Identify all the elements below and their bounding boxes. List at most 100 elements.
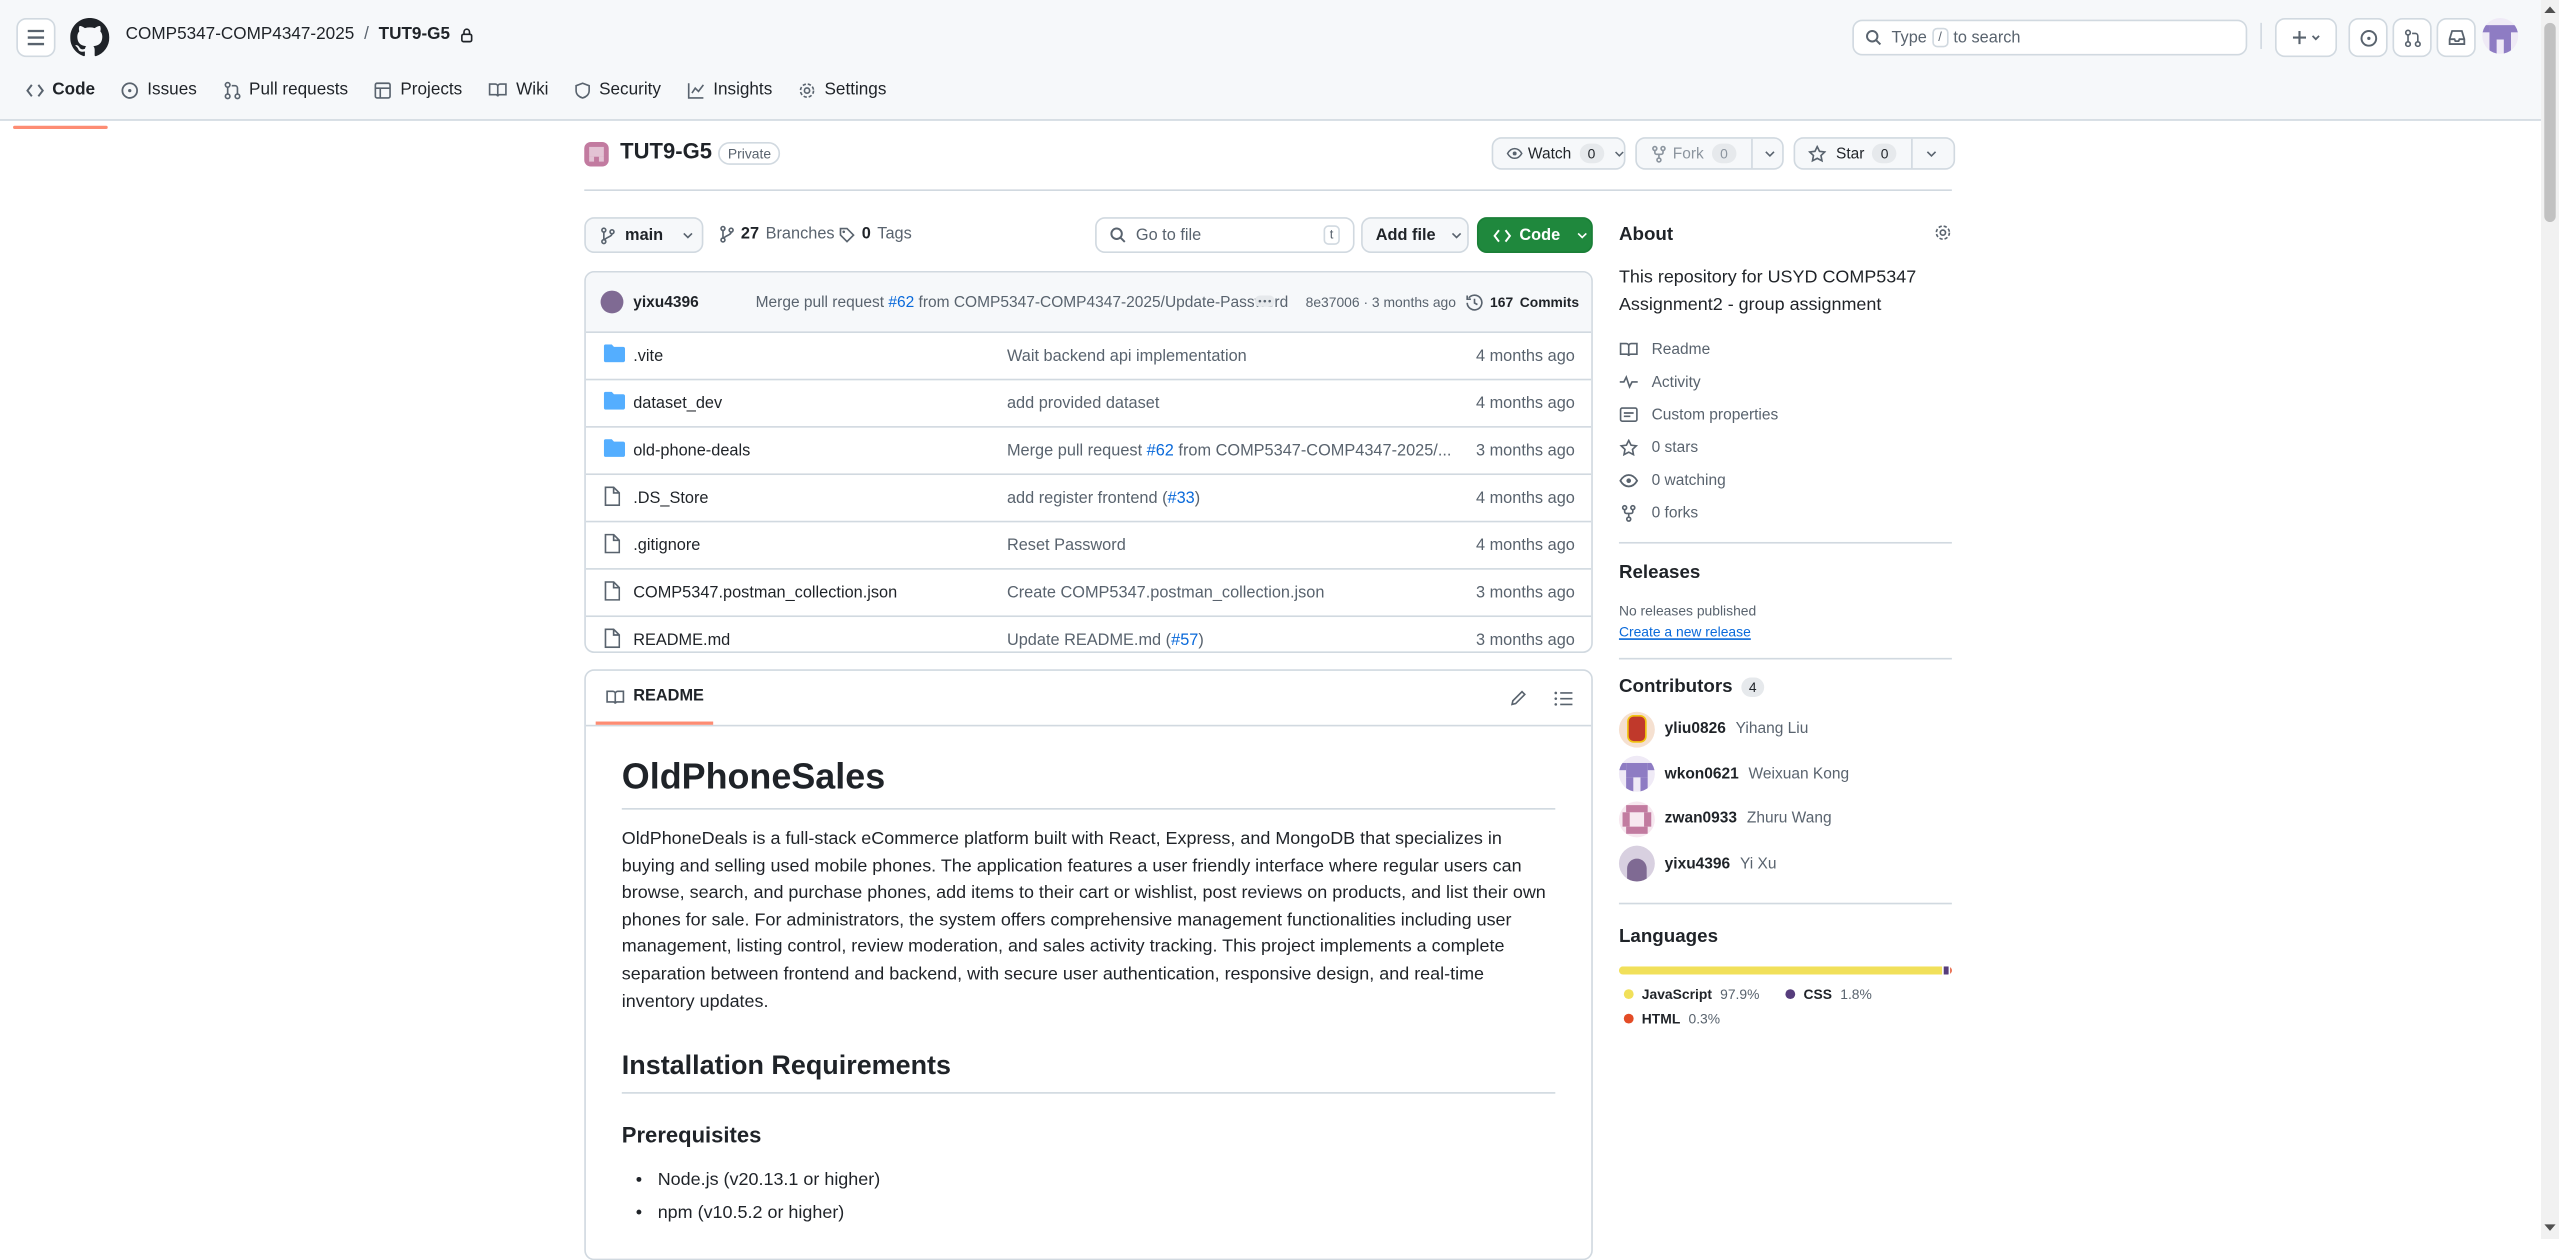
- file-name[interactable]: COMP5347.postman_collection.json: [633, 584, 897, 602]
- watch-button[interactable]: Watch 0: [1491, 137, 1626, 170]
- file-row[interactable]: .vite Wait backend api implementation 4 …: [585, 333, 1592, 381]
- tab-projects[interactable]: Projects: [361, 73, 475, 115]
- file-row[interactable]: README.md Update README.md (#57) 3 month…: [586, 617, 1591, 651]
- file-name[interactable]: dataset_dev: [633, 394, 722, 412]
- user-avatar[interactable]: [2482, 17, 2519, 54]
- star-button[interactable]: Star 0: [1793, 137, 1956, 170]
- issues-button[interactable]: [2348, 17, 2388, 58]
- issue-opened-icon: [2359, 29, 2377, 46]
- about-link-label: Readme: [1651, 340, 1711, 359]
- file-commit-tail: from COMP5347-COMP4347-2025/...: [1173, 441, 1452, 460]
- commits-link[interactable]: 167 Commits: [1466, 293, 1579, 311]
- fork-button[interactable]: Fork 0: [1635, 137, 1784, 170]
- contributor[interactable]: zwan0933 Zhuru Wang: [1618, 797, 1952, 842]
- commit-expand-button[interactable]: [1255, 295, 1275, 307]
- contributor[interactable]: wkon0621 Weixuan Kong: [1618, 752, 1952, 797]
- contributor[interactable]: yliu0826 Yihang Liu: [1618, 707, 1952, 752]
- menu-button[interactable]: [16, 17, 56, 58]
- code-dropdown-button[interactable]: Code: [1476, 217, 1593, 254]
- readme-tab[interactable]: README: [595, 671, 714, 725]
- file-commit-message[interactable]: Wait backend api implementation: [1007, 347, 1247, 365]
- tab-security[interactable]: Security: [562, 73, 675, 115]
- contributor-name: Yihang Liu: [1735, 720, 1809, 739]
- add-file-button[interactable]: Add file: [1361, 217, 1469, 254]
- about-link-readme[interactable]: Readme: [1619, 333, 1952, 366]
- file-commit-link[interactable]: #33: [1168, 489, 1195, 507]
- tab-wiki[interactable]: Wiki: [475, 73, 561, 115]
- language-item[interactable]: CSS 1.8%: [1785, 986, 1872, 1002]
- create-release-link[interactable]: Create a new release: [1619, 624, 1952, 640]
- add-file-label: Add file: [1375, 226, 1436, 245]
- scrollbar-thumb[interactable]: [2544, 22, 2556, 223]
- commit-message[interactable]: Merge pull request #62 from COMP5347-COM…: [756, 293, 1289, 311]
- header-divider: [2260, 22, 2262, 49]
- breadcrumb-repo[interactable]: TUT9-G5: [379, 24, 450, 44]
- language-item[interactable]: JavaScript 97.9%: [1623, 986, 1759, 1002]
- go-to-file-input[interactable]: Go to file t: [1095, 217, 1355, 254]
- scroll-down-icon[interactable]: [2544, 1224, 2556, 1232]
- repo-name[interactable]: TUT9-G5: [620, 139, 712, 163]
- file-commit-link[interactable]: #62: [1147, 442, 1174, 460]
- contributor-avatar: [1618, 711, 1655, 748]
- about-link-watching[interactable]: 0 watching: [1619, 464, 1952, 497]
- tab-pull-requests[interactable]: Pull requests: [210, 73, 361, 115]
- file-date: 4 months ago: [1475, 394, 1575, 413]
- file-name[interactable]: .gitignore: [633, 536, 700, 554]
- file-commit-link[interactable]: #57: [1171, 631, 1198, 649]
- search-input[interactable]: Type / to search: [1852, 19, 2248, 56]
- commit-author-avatar[interactable]: [600, 290, 624, 314]
- edit-readme-button[interactable]: [1510, 689, 1528, 707]
- search-text-suffix: to search: [1953, 28, 2021, 47]
- fork-count: 0: [1711, 143, 1737, 164]
- global-header: COMP5347-COMP4347-2025 / TUT9-G5 Type / …: [0, 0, 2559, 129]
- file-commit-message[interactable]: Create COMP5347.postman_collection.json: [1007, 584, 1325, 602]
- file-commit-tail: ): [1198, 630, 1204, 649]
- contributors-section: Contributors 4 yliu0826 Yihang Liu wkon0…: [1618, 657, 1952, 887]
- file-row[interactable]: .DS_Store add register frontend (#33) 4 …: [585, 475, 1592, 523]
- file-commit-message[interactable]: add register frontend (#33): [1007, 489, 1200, 507]
- create-new-button[interactable]: [2275, 17, 2338, 58]
- commit-author[interactable]: yixu4396: [633, 293, 699, 311]
- about-link-forks[interactable]: 0 forks: [1619, 496, 1952, 529]
- file-row[interactable]: COMP5347.postman_collection.json Create …: [585, 570, 1592, 618]
- tab-code[interactable]: Code: [13, 73, 109, 129]
- branches-link[interactable]: 27 Branches: [720, 225, 835, 243]
- file-row[interactable]: .gitignore Reset Password 4 months ago: [585, 522, 1592, 570]
- file-row[interactable]: dataset_dev add provided dataset 4 month…: [585, 380, 1592, 428]
- branch-select[interactable]: main: [584, 217, 704, 254]
- about-link-custom-properties[interactable]: Custom properties: [1619, 398, 1952, 431]
- pull-requests-button[interactable]: [2392, 17, 2432, 58]
- about-heading: About: [1618, 225, 1674, 245]
- file-name[interactable]: .vite: [633, 347, 663, 365]
- file-commit-message[interactable]: Merge pull request #62 from COMP5347-COM…: [1007, 442, 1452, 460]
- gear-icon[interactable]: [1934, 224, 1952, 242]
- about-link-stars[interactable]: 0 stars: [1619, 431, 1952, 464]
- contributor-avatar: [1618, 801, 1655, 838]
- languages-bar: [1618, 966, 1952, 975]
- releases-heading[interactable]: Releases: [1619, 563, 1952, 583]
- language-item[interactable]: HTML 0.3%: [1623, 1010, 1720, 1027]
- file-commit-message[interactable]: Update README.md (#57): [1007, 631, 1204, 649]
- file-commit-message[interactable]: Reset Password: [1007, 536, 1126, 554]
- commit-sha-time[interactable]: 8e37006 · 3 months ago: [1306, 294, 1456, 310]
- commit-pr-link[interactable]: #62: [888, 293, 914, 311]
- contributor[interactable]: yixu4396 Yi Xu: [1618, 842, 1952, 887]
- tab-insights[interactable]: Insights: [674, 73, 785, 115]
- tags-link[interactable]: 0 Tags: [839, 225, 912, 243]
- tab-issues[interactable]: Issues: [108, 73, 210, 115]
- tab-settings[interactable]: Settings: [785, 73, 899, 115]
- readme-list-item: Node.js (v20.13.1 or higher): [658, 1164, 1556, 1197]
- file-name[interactable]: README.md: [633, 631, 730, 649]
- outline-button[interactable]: [1554, 691, 1574, 707]
- breadcrumb-owner[interactable]: COMP5347-COMP4347-2025: [126, 24, 355, 44]
- scrollbar[interactable]: [2541, 0, 2559, 1239]
- github-logo[interactable]: [70, 17, 110, 57]
- file-name[interactable]: .DS_Store: [633, 489, 708, 507]
- about-link-activity[interactable]: Activity: [1619, 366, 1952, 399]
- contributors-heading[interactable]: Contributors: [1619, 677, 1733, 697]
- file-commit-message[interactable]: add provided dataset: [1007, 394, 1159, 412]
- file-row[interactable]: old-phone-deals Merge pull request #62 f…: [585, 428, 1592, 476]
- file-name[interactable]: old-phone-deals: [633, 442, 750, 460]
- scroll-up-icon[interactable]: [2544, 5, 2556, 14]
- inbox-button[interactable]: [2436, 17, 2476, 58]
